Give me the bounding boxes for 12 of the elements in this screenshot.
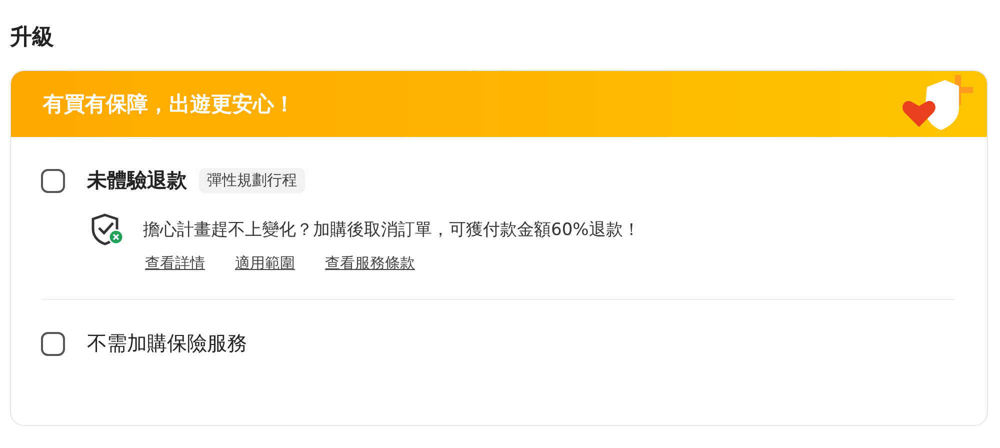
link[interactable]: 查看服務條款 <box>325 254 415 273</box>
shield-check-icon <box>89 212 125 246</box>
tag: 彈性規劃行程 <box>199 168 305 193</box>
link[interactable]: 適用範圍 <box>235 254 295 273</box>
checkbox[interactable] <box>41 168 65 192</box>
banner-text: 有買有保障，出遊更安心！ <box>43 91 295 118</box>
section-title: 升級 <box>10 24 55 52</box>
option-label[interactable]: 不需加購保險服務 <box>87 330 247 357</box>
description: 擔心計畫趕不上變化？加購後取消訂單，可獲付款金額60%退款！ <box>143 218 640 240</box>
checkbox[interactable] <box>41 332 65 356</box>
link[interactable]: 查看詳情 <box>145 254 205 273</box>
option-label[interactable]: 未體驗退款 <box>87 167 187 194</box>
